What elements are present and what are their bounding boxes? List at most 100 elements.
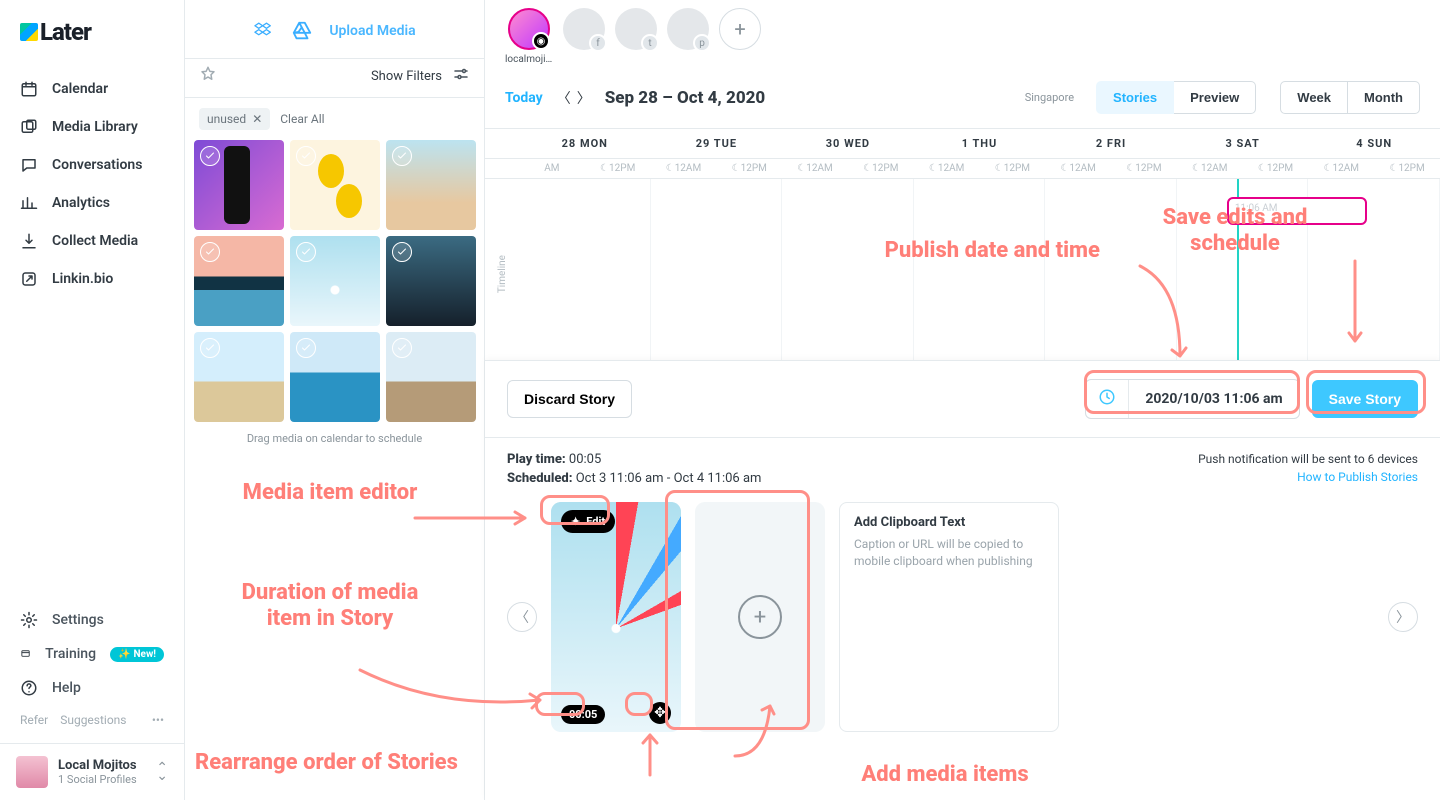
sidebar-item-training[interactable]: Training ✨New! [0, 637, 184, 671]
profile-bubble-instagram[interactable]: ◉ [508, 8, 550, 50]
check-icon [296, 242, 316, 262]
check-icon [200, 146, 220, 166]
push-note: Push notification will be sent to 6 devi… [1198, 452, 1418, 466]
media-panel: Upload Media Show Filters unused✕ Clear … [185, 0, 485, 800]
instagram-icon: ◉ [532, 32, 550, 50]
sidebar-item-calendar[interactable]: Calendar [0, 70, 184, 108]
day-header: 30 WED [782, 129, 914, 158]
training-icon [20, 645, 31, 663]
view-toggle-week-month: Week Month [1280, 81, 1420, 114]
media-thumb[interactable] [386, 140, 476, 230]
dropbox-icon[interactable] [253, 20, 275, 42]
chevron-updown-icon: ⌃⌄ [156, 764, 168, 780]
duration-pill[interactable]: 00:05 [561, 705, 605, 724]
profile-bubble-facebook[interactable]: f [563, 8, 605, 50]
media-thumb[interactable] [386, 236, 476, 326]
account-sub: 1 Social Profiles [58, 773, 137, 786]
sidebar-item-collect-media[interactable]: Collect Media [0, 222, 184, 260]
sidebar-item-analytics[interactable]: Analytics [0, 184, 184, 222]
today-link[interactable]: Today [505, 90, 543, 106]
calendar-body[interactable]: Timeline 11:06 AM [485, 179, 1440, 369]
scheduled-event[interactable]: 11:06 AM [1227, 197, 1367, 225]
play-value: 00:05 [569, 452, 601, 467]
media-thumb[interactable] [290, 140, 380, 230]
sidebar-item-conversations[interactable]: Conversations [0, 146, 184, 184]
days-header: 28 MON 29 TUE 30 WED 1 THU 2 FRI 3 SAT 4… [485, 128, 1440, 159]
howto-link[interactable]: How to Publish Stories [1198, 470, 1418, 484]
media-thumb[interactable] [290, 332, 380, 422]
drag-hint: Drag media on calendar to schedule [185, 422, 484, 455]
calendar-icon [20, 80, 38, 98]
main: ◉ localmojit... f t p + Today 〈 〉 Sep 28… [485, 0, 1440, 800]
remove-tag-icon[interactable]: ✕ [252, 112, 262, 126]
view-toggle-stories-preview: Stories Preview [1096, 81, 1256, 114]
annotation: Media item editor [230, 480, 430, 506]
drag-handle-icon[interactable]: ✥ [649, 702, 671, 724]
upload-media-link[interactable]: Upload Media [329, 23, 415, 39]
discard-story-button[interactable]: Discard Story [507, 380, 632, 418]
suggestions-link[interactable]: Suggestions [60, 713, 126, 727]
sidebar-item-label: Analytics [52, 195, 110, 211]
timezone-label: Singapore [1025, 91, 1074, 104]
nav-main: Calendar Media Library Conversations Ana… [0, 64, 184, 304]
nav-bottom: Settings Training ✨New! Help Refer Sugge… [0, 597, 184, 739]
filter-tag-unused[interactable]: unused✕ [199, 108, 270, 130]
editor-meta: Play time: 00:05 Scheduled: Oct 3 11:06 … [485, 438, 1440, 492]
profile-label: localmojit... [505, 54, 553, 65]
sidebar-item-settings[interactable]: Settings [0, 603, 184, 637]
check-icon [392, 338, 412, 358]
prev-week-button[interactable]: 〈 [557, 88, 571, 108]
sidebar-item-label: Help [52, 680, 81, 696]
filters-row: Show Filters [185, 58, 484, 98]
next-media-button[interactable]: 〉 [1388, 602, 1418, 632]
calendar-header: Today 〈 〉 Sep 28 – Oct 4, 2020 Singapore… [485, 67, 1440, 128]
datetime-picker[interactable]: 2020/10/03 11:06 am [1085, 379, 1299, 419]
media-thumb[interactable] [386, 332, 476, 422]
check-icon [200, 242, 220, 262]
sidebar-item-label: Media Library [52, 119, 138, 135]
tab-week[interactable]: Week [1280, 81, 1348, 114]
more-icon[interactable]: ••• [152, 713, 164, 727]
sidebar-item-label: Settings [52, 612, 104, 628]
clear-all-link[interactable]: Clear All [280, 112, 324, 126]
save-story-button[interactable]: Save Story [1312, 380, 1418, 418]
refer-link[interactable]: Refer [20, 713, 48, 727]
add-media-slot[interactable]: + [695, 502, 825, 732]
edit-media-button[interactable]: ✦Edit [561, 510, 615, 533]
plus-circle-icon: + [738, 595, 782, 639]
media-thumb[interactable] [194, 236, 284, 326]
profile-bubble-pinterest[interactable]: p [667, 8, 709, 50]
check-icon [296, 146, 316, 166]
day-header: 2 FRI [1045, 129, 1177, 158]
sidebar-item-media-library[interactable]: Media Library [0, 108, 184, 146]
profile-bubble-twitter[interactable]: t [615, 8, 657, 50]
media-thumb[interactable] [290, 236, 380, 326]
account-switcher[interactable]: Local Mojitos 1 Social Profiles ⌃⌄ [0, 743, 184, 800]
star-icon[interactable] [199, 65, 217, 87]
tab-month[interactable]: Month [1348, 81, 1420, 114]
logo-mark-icon [20, 23, 38, 41]
show-filters-link[interactable]: Show Filters [371, 69, 442, 84]
clipboard-text-box[interactable]: Add Clipboard Text Caption or URL will b… [839, 502, 1059, 732]
add-profile-button[interactable]: + [719, 8, 761, 50]
next-week-button[interactable]: 〉 [577, 88, 591, 108]
tab-stories[interactable]: Stories [1096, 81, 1174, 114]
story-media-item[interactable]: ✦Edit 00:05 ✥ [551, 502, 681, 732]
check-icon [296, 338, 316, 358]
media-top: Upload Media [185, 0, 484, 58]
sliders-icon[interactable] [452, 65, 470, 87]
timeline-label: Timeline [497, 255, 508, 293]
facebook-icon: f [589, 34, 607, 52]
media-icon [20, 118, 38, 136]
day-header: 4 SUN [1308, 129, 1440, 158]
sidebar: Later Calendar Media Library Conversatio… [0, 0, 185, 800]
play-label: Play time: [507, 452, 566, 467]
sidebar-item-help[interactable]: Help [0, 671, 184, 705]
media-thumb[interactable] [194, 332, 284, 422]
logo: Later [0, 0, 184, 64]
tab-preview[interactable]: Preview [1174, 81, 1256, 114]
prev-media-button[interactable]: 〈 [507, 602, 537, 632]
media-thumb[interactable] [194, 140, 284, 230]
google-drive-icon[interactable] [291, 20, 313, 42]
sidebar-item-linkinbio[interactable]: Linkin.bio [0, 260, 184, 298]
